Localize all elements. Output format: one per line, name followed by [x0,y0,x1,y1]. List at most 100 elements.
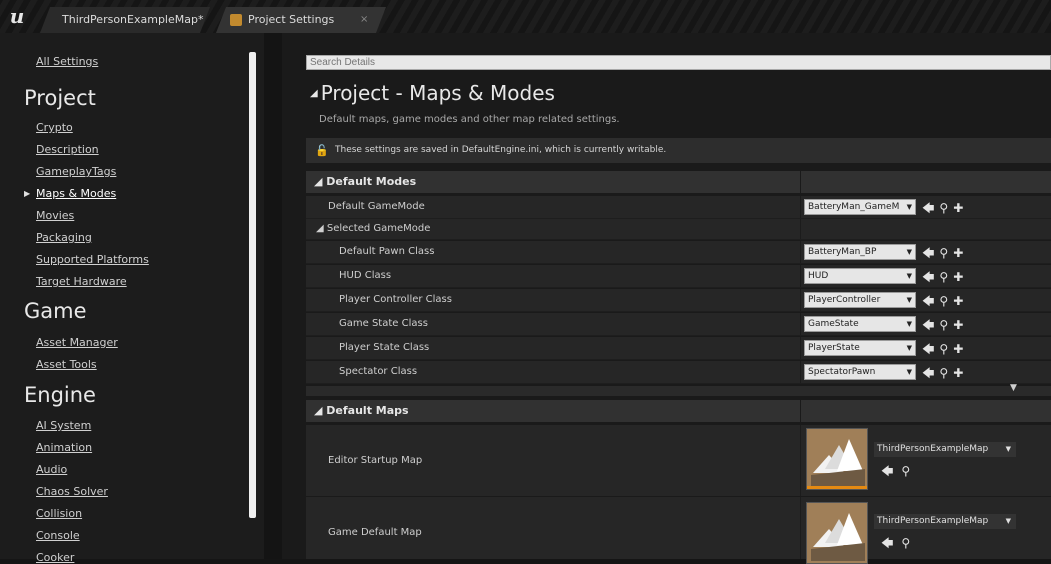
chevron-down-icon: ▼ [906,368,912,376]
sidebar-item-asset-tools[interactable]: Asset Tools [36,358,97,371]
sidebar-item-movies[interactable]: Movies [36,209,74,222]
row-game-state-class: Game State Class GameState ▼ 🡄 ⚲ ✚ [306,313,1051,336]
chevron-down-icon: ▼ [906,320,912,328]
use-selected-arrow-icon[interactable]: 🡄 [922,246,934,260]
default-pawn-class-combo[interactable]: BatteryMan_BP ▼ [804,244,916,260]
details-panel: ◢Project - Maps & Modes Default maps, ga… [282,33,1051,564]
category-default-modes[interactable]: ◢ Default Modes [306,171,1051,193]
row-actions: 🡄 ⚲ ✚ [922,244,968,265]
sidebar-item-supported-platforms[interactable]: Supported Platforms [36,253,149,266]
add-plus-icon[interactable]: ✚ [953,318,963,332]
unlocked-icon: 🔓 [315,144,329,157]
spectator-class-combo[interactable]: SpectatorPawn ▼ [804,364,916,380]
sidebar-heading-game: Game [24,299,87,323]
row-actions: 🡄 ⚲ ✚ [922,268,968,289]
hud-class-combo[interactable]: HUD ▼ [804,268,916,284]
use-selected-arrow-icon[interactable]: 🡄 [922,294,934,308]
add-plus-icon[interactable]: ✚ [953,294,963,308]
add-plus-icon[interactable]: ✚ [953,270,963,284]
close-icon[interactable]: × [360,7,368,33]
sidebar-item-description[interactable]: Description [36,143,99,156]
row-default-pawn-class: Default Pawn Class BatteryMan_BP ▼ 🡄 ⚲ ✚ [306,241,1051,264]
sidebar-item-cooker[interactable]: Cooker [36,551,74,564]
row-player-controller-class: Player Controller Class PlayerController… [306,289,1051,312]
sidebar-item-ai-system[interactable]: AI System [36,419,91,432]
sidebar-item-audio[interactable]: Audio [36,463,67,476]
page-title: ◢ Project - Maps & Modes [310,81,555,105]
sidebar-item-packaging[interactable]: Packaging [36,231,92,244]
browse-search-icon[interactable]: ⚲ [939,201,948,215]
writable-notice: 🔓 These settings are saved in DefaultEng… [306,138,1051,163]
settings-icon [230,14,242,26]
game-state-class-combo[interactable]: GameState ▼ [804,316,916,332]
use-selected-arrow-icon[interactable]: 🡄 [922,270,934,284]
tab-map[interactable]: ThirdPersonExampleMap* [40,7,210,33]
use-selected-arrow-icon[interactable]: 🡄 [881,536,893,550]
row-game-default-map: Game Default Map ThirdPersonExampleMap ▼ … [306,497,1051,564]
use-selected-arrow-icon[interactable]: 🡄 [922,318,934,332]
chevron-down-icon: ▼ [1010,383,1017,393]
browse-search-icon[interactable]: ⚲ [939,294,948,308]
row-default-gamemode: Default GameMode BatteryMan_GameM ▼ 🡄 ⚲ ✚ [306,196,1051,219]
tab-bar: u ThirdPersonExampleMap* Project Setting… [0,0,1051,33]
sidebar-item-all-settings[interactable]: All Settings [36,55,98,68]
browse-search-icon[interactable]: ⚲ [939,318,948,332]
map-preview-icon [807,503,867,563]
sidebar-item-crypto[interactable]: Crypto [36,121,73,134]
search-input[interactable] [306,55,1051,70]
add-plus-icon[interactable]: ✚ [953,201,963,215]
row-actions: 🡄 ⚲ ✚ [922,292,968,313]
player-state-class-combo[interactable]: PlayerState ▼ [804,340,916,356]
add-plus-icon[interactable]: ✚ [953,342,963,356]
sidebar-item-target-hardware[interactable]: Target Hardware [36,275,127,288]
chevron-down-icon: ▼ [906,203,912,211]
player-state-class-label: Player State Class [339,342,430,353]
spectator-class-label: Spectator Class [339,366,418,377]
sidebar-item-asset-manager[interactable]: Asset Manager [36,336,118,349]
tab-project-settings-label: Project Settings [248,13,335,26]
editor-startup-map-combo[interactable]: ThirdPersonExampleMap ▼ [874,442,1016,457]
default-gamemode-combo[interactable]: BatteryMan_GameM ▼ [804,199,916,215]
add-plus-icon[interactable]: ✚ [953,366,963,380]
selected-arrow-icon: ▶ [24,189,31,198]
sidebar-item-collision[interactable]: Collision [36,507,82,520]
player-controller-class-combo[interactable]: PlayerController ▼ [804,292,916,308]
browse-search-icon[interactable]: ⚲ [939,270,948,284]
use-selected-arrow-icon[interactable]: 🡄 [922,366,934,380]
row-hud-class: HUD Class HUD ▼ 🡄 ⚲ ✚ [306,265,1051,288]
game-default-map-label: Game Default Map [328,527,422,538]
panel-divider [264,33,282,559]
sidebar-item-animation[interactable]: Animation [36,441,92,454]
browse-search-icon[interactable]: ⚲ [939,246,948,260]
advanced-expander[interactable]: ▼ [306,383,1051,396]
browse-search-icon[interactable]: ⚲ [901,464,910,478]
sidebar-item-gameplaytags[interactable]: GameplayTags [36,165,116,178]
sidebar-item-maps-modes[interactable]: Maps & Modes [36,187,116,200]
sidebar-heading-engine: Engine [24,383,96,407]
row-actions: 🡄 ⚲ ✚ [922,316,968,337]
sidebar-item-chaos-solver[interactable]: Chaos Solver [36,485,108,498]
tab-map-label: ThirdPersonExampleMap* [62,13,204,26]
browse-search-icon[interactable]: ⚲ [901,536,910,550]
sidebar-item-console[interactable]: Console [36,529,80,542]
collapse-icon[interactable]: ◢ [310,88,318,99]
unreal-logo-icon: u [9,4,25,28]
category-default-maps[interactable]: ◢ Default Maps [306,400,1051,422]
use-selected-arrow-icon[interactable]: 🡄 [881,464,893,478]
row-actions: 🡄 ⚲ ✚ [922,364,968,385]
add-plus-icon[interactable]: ✚ [953,246,963,260]
tab-project-settings[interactable]: Project Settings × [216,7,386,33]
category-default-modes-title: ◢ Default Modes [314,175,417,188]
default-pawn-class-label: Default Pawn Class [339,246,435,257]
game-default-map-combo[interactable]: ThirdPersonExampleMap ▼ [874,514,1016,529]
use-selected-arrow-icon[interactable]: 🡄 [922,342,934,356]
row-selected-gamemode[interactable]: ◢ Selected GameMode [306,219,1051,240]
map-thumbnail[interactable] [806,428,868,490]
browse-search-icon[interactable]: ⚲ [939,342,948,356]
game-state-class-label: Game State Class [339,318,428,329]
use-selected-arrow-icon[interactable]: 🡄 [922,201,934,215]
map-thumbnail[interactable] [806,502,868,564]
sidebar-scrollbar[interactable] [249,52,256,518]
browse-search-icon[interactable]: ⚲ [939,366,948,380]
page-description: Default maps, game modes and other map r… [319,114,620,125]
